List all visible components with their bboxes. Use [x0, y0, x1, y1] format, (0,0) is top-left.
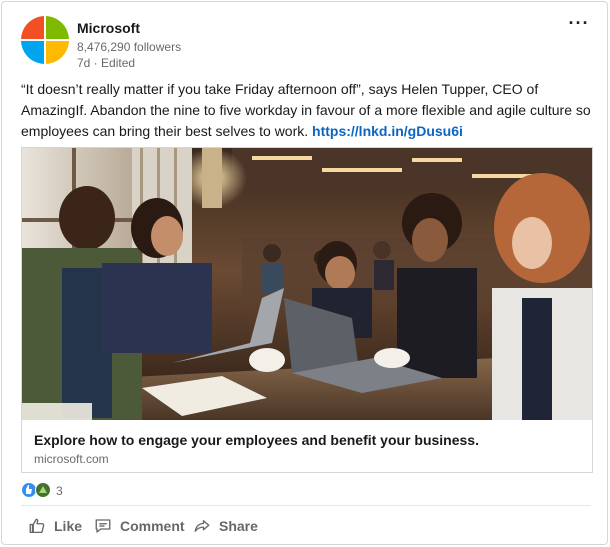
thumbs-up-icon: [29, 518, 45, 534]
company-name[interactable]: Microsoft: [77, 19, 140, 37]
post-card: Microsoft 8,476,290 followers 7d · Edite…: [1, 1, 608, 545]
divider: [21, 505, 591, 506]
post-header: Microsoft 8,476,290 followers 7d · Edite…: [21, 14, 591, 70]
company-logo[interactable]: [21, 16, 69, 64]
share-label: Share: [219, 518, 258, 534]
celebrate-icon: [35, 482, 51, 498]
like-button[interactable]: Like: [28, 512, 82, 540]
share-icon: [194, 520, 210, 532]
post-timestamp: 7d · Edited: [77, 56, 136, 70]
comment-label: Comment: [120, 518, 185, 534]
comment-button[interactable]: Comment: [94, 512, 185, 540]
article-title[interactable]: Explore how to engage your employees and…: [34, 431, 479, 449]
post-text: “It doesn’t really matter if you take Fr…: [21, 79, 596, 142]
more-options-icon[interactable]: ···: [567, 14, 591, 36]
article-domain: microsoft.com: [34, 452, 109, 466]
post-actions: Like Comment Share: [21, 512, 591, 542]
article-image[interactable]: [22, 148, 592, 420]
article-preview[interactable]: Explore how to engage your employees and…: [21, 147, 593, 473]
follower-count: 8,476,290 followers: [77, 40, 182, 54]
share-button[interactable]: Share: [193, 512, 258, 540]
reaction-count[interactable]: 3: [56, 483, 63, 499]
post-link[interactable]: https://lnkd.in/gDusu6i: [312, 123, 463, 139]
comment-icon: [95, 519, 111, 533]
post-body: “It doesn’t really matter if you take Fr…: [21, 81, 591, 139]
like-label: Like: [54, 518, 83, 534]
